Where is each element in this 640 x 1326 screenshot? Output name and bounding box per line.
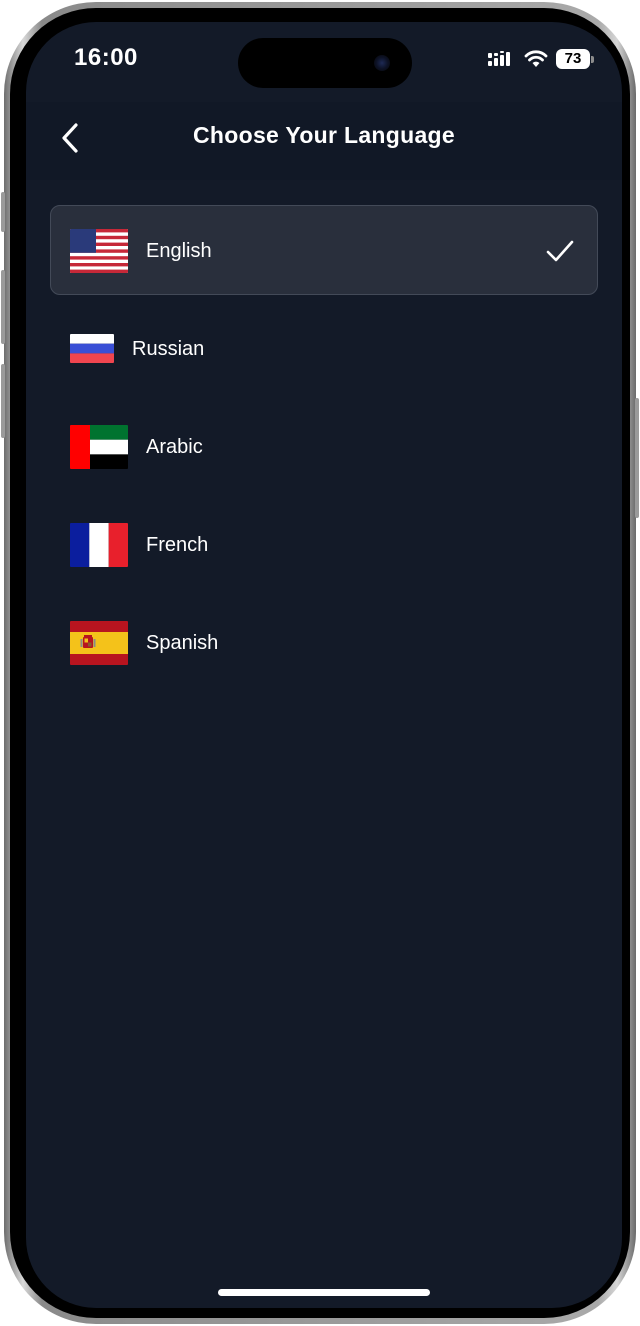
language-option-english[interactable]: English bbox=[50, 205, 598, 295]
side-button bbox=[1, 192, 5, 232]
us-flag-icon bbox=[70, 229, 128, 273]
battery-icon: 73 bbox=[556, 49, 594, 69]
language-label: Spanish bbox=[146, 632, 219, 654]
language-label: English bbox=[146, 240, 212, 262]
home-indicator[interactable] bbox=[218, 1289, 430, 1296]
language-list: English Russian Arabic French Spanish bbox=[50, 205, 598, 695]
language-option-french[interactable]: French bbox=[50, 499, 598, 589]
language-option-arabic[interactable]: Arabic bbox=[50, 401, 598, 491]
language-option-russian[interactable]: Russian bbox=[50, 303, 598, 393]
phone-frame: 16:00 73 Choose Your Language English Ru… bbox=[1, 2, 639, 1324]
status-bar: 16:00 73 bbox=[26, 22, 622, 102]
checkmark-icon bbox=[546, 240, 574, 262]
uae-flag-icon bbox=[70, 425, 128, 469]
front-camera-icon bbox=[374, 55, 390, 71]
battery-tip bbox=[591, 56, 594, 63]
dynamic-island bbox=[238, 38, 412, 88]
power-button bbox=[635, 398, 639, 518]
header-bar: Choose Your Language bbox=[26, 102, 622, 180]
signal-icon bbox=[488, 51, 510, 66]
wifi-icon bbox=[524, 50, 548, 67]
language-label: Arabic bbox=[146, 436, 203, 458]
language-label: Russian bbox=[132, 338, 205, 360]
page-title: Choose Your Language bbox=[192, 122, 455, 148]
spain-flag-icon bbox=[70, 621, 128, 665]
language-option-spanish[interactable]: Spanish bbox=[50, 597, 598, 687]
volume-up-button bbox=[1, 270, 5, 344]
battery-level: 73 bbox=[556, 49, 590, 69]
russia-flag-icon bbox=[70, 334, 114, 363]
app-screen: 16:00 73 Choose Your Language English Ru… bbox=[26, 22, 622, 1308]
status-icons: 73 bbox=[488, 48, 594, 70]
france-flag-icon bbox=[70, 523, 128, 567]
language-label: French bbox=[146, 534, 209, 556]
status-time: 16:00 bbox=[74, 44, 138, 71]
volume-down-button bbox=[1, 364, 5, 438]
